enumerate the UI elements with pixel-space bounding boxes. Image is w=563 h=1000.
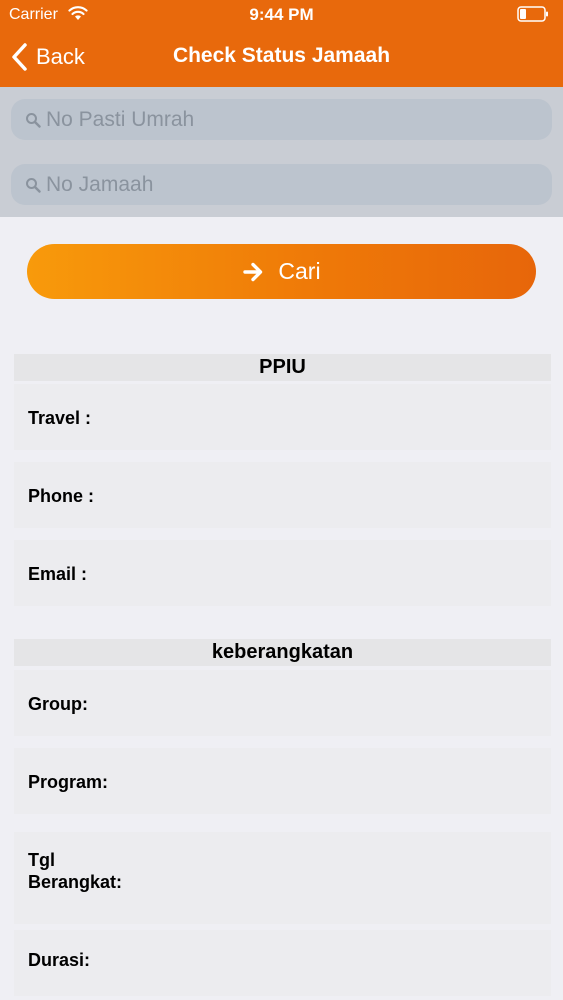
no-jamaah-search[interactable] xyxy=(11,164,552,205)
search-icon xyxy=(26,112,41,128)
tgl-berangkat-label: Tgl Berangkat: xyxy=(28,849,158,893)
screen: Carrier 9:44 PM Back Check Status Jamaah xyxy=(0,0,563,1000)
no-pasti-umrah-search[interactable] xyxy=(11,99,552,140)
cari-label: Cari xyxy=(278,258,321,284)
travel-label: Travel : xyxy=(28,408,92,428)
status-bar: Carrier 9:44 PM xyxy=(0,0,563,30)
nav-bar: Back Check Status Jamaah xyxy=(0,30,563,87)
cari-button[interactable]: Cari xyxy=(27,244,536,299)
durasi-label: Durasi: xyxy=(28,950,91,970)
no-jamaah-input[interactable] xyxy=(46,172,526,197)
email-row: Email : xyxy=(14,540,551,606)
program-row: Program: xyxy=(14,748,551,814)
top-bar: Carrier 9:44 PM Back Check Status Jamaah xyxy=(0,0,563,87)
phone-label: Phone : xyxy=(28,486,94,506)
no-pasti-umrah-input[interactable] xyxy=(46,107,526,132)
battery-icon xyxy=(517,6,548,22)
keberangkatan-section-header: keberangkatan xyxy=(14,639,551,666)
phone-row: Phone : xyxy=(14,462,551,528)
travel-row: Travel : xyxy=(14,384,551,450)
group-label: Group: xyxy=(28,694,88,714)
tgl-label-line2: Berangkat: xyxy=(28,872,123,892)
search-area xyxy=(0,87,563,217)
durasi-row: Durasi: xyxy=(14,930,551,996)
group-row: Group: xyxy=(14,670,551,736)
tgl-berangkat-row: Tgl Berangkat: xyxy=(14,832,551,924)
page-title: Check Status Jamaah xyxy=(172,44,391,67)
search-icon xyxy=(26,177,41,193)
arrow-right-icon xyxy=(243,262,263,281)
clock: 9:44 PM xyxy=(249,5,314,24)
ppiu-section-header: PPIU xyxy=(14,354,551,381)
tgl-label-line1: Tgl xyxy=(28,850,55,870)
email-label: Email : xyxy=(28,564,88,584)
program-label: Program: xyxy=(28,772,109,792)
